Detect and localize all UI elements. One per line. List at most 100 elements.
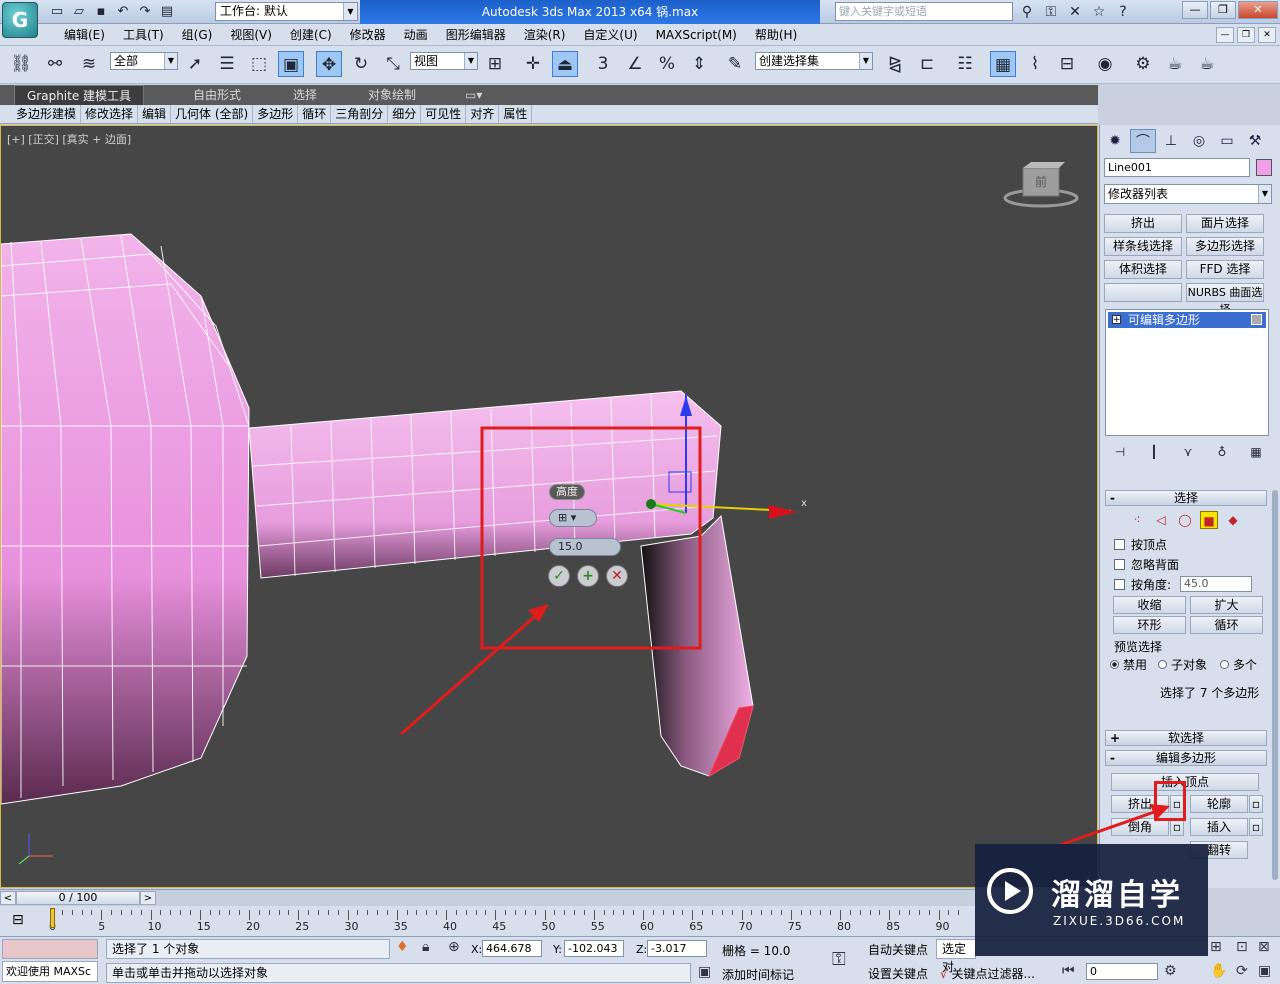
close-button[interactable]: ✕ <box>1238 1 1278 19</box>
current-frame-field[interactable]: 0 <box>1086 963 1158 980</box>
tools-icon[interactable]: ✕ <box>1066 3 1084 21</box>
stack-item-editable-poly[interactable]: + 可编辑多边形 <box>1108 312 1266 328</box>
menu-views[interactable]: 视图(V) <box>221 24 281 46</box>
key-filters-button[interactable]: √ 关键点过滤器... <box>940 965 1035 982</box>
zoom-icon[interactable]: ⊞ <box>1210 939 1222 955</box>
zoom-extents-icon[interactable]: ⊠ <box>1258 939 1270 955</box>
soft-selection-rollout-header[interactable]: + 软选择 <box>1105 730 1267 746</box>
help-icon[interactable]: ? <box>1114 3 1132 21</box>
select-move-icon[interactable]: ✥ <box>316 51 342 77</box>
vertex-mode-icon[interactable]: ⁖ <box>1128 511 1146 529</box>
current-frame-marker[interactable] <box>50 908 55 928</box>
select-rotate-icon[interactable]: ↻ <box>348 51 374 77</box>
ribbon-options-icon[interactable]: ▭▾ <box>465 85 482 105</box>
edit-polygons-rollout-header[interactable]: - 编辑多边形 <box>1105 750 1267 766</box>
set-key-button[interactable]: 设置关键点 <box>868 965 928 982</box>
create-tab-icon[interactable]: ✹ <box>1102 129 1128 153</box>
menu-create[interactable]: 创建(C) <box>281 24 341 46</box>
edit-named-selection-icon[interactable]: ✎ <box>722 51 748 77</box>
preview-disabled-radio[interactable]: 禁用 <box>1110 656 1147 673</box>
outline-button[interactable]: 轮廓 <box>1190 795 1248 813</box>
menu-rendering[interactable]: 渲染(R) <box>515 24 575 46</box>
render-setup-icon[interactable]: ⚙ <box>1130 51 1156 77</box>
grow-button[interactable]: 扩大 <box>1190 596 1263 614</box>
panel-polygons[interactable]: 多边形 <box>253 105 299 123</box>
pin-stack-icon[interactable]: ⊣ <box>1110 443 1130 461</box>
hierarchy-tab-icon[interactable]: ⊥ <box>1158 129 1184 153</box>
percent-snap-icon[interactable]: % <box>654 51 680 77</box>
bind-spacewarp-icon[interactable]: ≋ <box>76 51 102 77</box>
remove-modifier-icon[interactable]: ♁ <box>1212 443 1232 461</box>
tab-selection[interactable]: 选择 <box>293 85 317 105</box>
curve-editor-mini-icon[interactable]: ⊟ <box>12 912 24 928</box>
rendered-frame-icon[interactable]: ☕ <box>1162 51 1188 77</box>
utilities-tab-icon[interactable]: ⚒ <box>1242 129 1268 153</box>
caddy-type-dropdown[interactable]: ⊞ ▾ <box>549 509 597 527</box>
orbit-icon[interactable]: ⟳ <box>1236 963 1248 979</box>
undo-icon[interactable]: ↶ <box>114 3 132 21</box>
redo-icon[interactable]: ↷ <box>136 3 154 21</box>
layer-manager-icon[interactable]: ☷ <box>952 51 978 77</box>
panel-subdivision[interactable]: 细分 <box>388 105 422 123</box>
inset-settings-button[interactable]: ▫ <box>1249 818 1263 836</box>
render-production-icon[interactable]: ☕ <box>1194 51 1220 77</box>
tab-freeform[interactable]: 自由形式 <box>193 85 241 105</box>
material-editor-icon[interactable]: ◉ <box>1092 51 1118 77</box>
inset-button[interactable]: 插入 <box>1190 818 1248 836</box>
snaps-toggle-icon[interactable]: 3 <box>590 51 616 77</box>
make-unique-icon[interactable]: ⋎ <box>1178 443 1198 461</box>
align-icon[interactable]: ⊏ <box>914 51 940 77</box>
time-slider[interactable]: < 0 / 100 > <box>0 889 975 906</box>
pan-icon[interactable]: ✋ <box>1210 963 1227 979</box>
selection-rollout-header[interactable]: - 选择 <box>1105 490 1267 506</box>
pivot-center-icon[interactable]: ⊞ <box>482 51 508 77</box>
caddy-ok-button[interactable]: ✓ <box>548 565 570 587</box>
panel-visibility[interactable]: 可见性 <box>421 105 467 123</box>
panel-modify-selection[interactable]: 修改选择 <box>81 105 139 123</box>
time-prev-button[interactable]: < <box>0 891 16 905</box>
by-vertex-checkbox[interactable]: 按顶点 <box>1114 538 1167 552</box>
edge-mode-icon[interactable]: ◁ <box>1152 511 1170 529</box>
set-key-icon[interactable]: ⚿ <box>832 949 846 970</box>
border-mode-icon[interactable]: ◯ <box>1176 511 1194 529</box>
maximize-viewport-icon[interactable]: ▣ <box>1258 963 1271 979</box>
track-bar[interactable]: ⊟ 051015202530354045505560657075808590 <box>0 906 975 936</box>
angle-spinner[interactable]: 45.0 <box>1180 576 1252 592</box>
panel-tris[interactable]: 三角剖分 <box>331 105 389 123</box>
min-doc-button[interactable]: — <box>1216 27 1234 43</box>
time-config-icon[interactable]: ⏮ <box>1062 963 1075 979</box>
menu-maxscript[interactable]: MAXScript(M) <box>647 24 746 46</box>
manipulate-icon[interactable]: ✛ <box>520 51 546 77</box>
mirror-icon[interactable]: ⧎ <box>882 51 908 77</box>
panel-polygon-modeling[interactable]: 多边形建模 <box>12 105 82 123</box>
element-mode-icon[interactable]: ◆ <box>1224 511 1242 529</box>
menu-tools[interactable]: 工具(T) <box>114 24 173 46</box>
polygon-mode-icon[interactable]: ■ <box>1200 511 1218 529</box>
select-by-name-icon[interactable]: ☰ <box>214 51 240 77</box>
modify-tab-icon[interactable]: ⌒ <box>1130 129 1156 153</box>
lock-selection-icon[interactable]: 🔒︎ <box>422 939 429 955</box>
mod-nurbs-select-button[interactable]: NURBS 曲面选择 <box>1186 283 1264 316</box>
menu-help[interactable]: 帮助(H) <box>746 24 806 46</box>
caddy-apply-button[interactable]: + <box>577 565 599 587</box>
object-name-field[interactable]: Line001 <box>1104 158 1250 177</box>
stack-toggle-icon[interactable] <box>1251 314 1262 325</box>
by-angle-checkbox[interactable]: 按角度: <box>1114 578 1171 592</box>
menu-animation[interactable]: 动画 <box>395 24 437 46</box>
time-configuration-icon[interactable]: ⚙ <box>1164 963 1177 979</box>
auto-key-button[interactable]: 自动关键点 <box>868 941 928 958</box>
z-coord-field[interactable]: -3.017 <box>647 940 707 957</box>
schematic-view-icon[interactable]: ⊟ <box>1054 51 1080 77</box>
object-color-swatch[interactable] <box>1256 159 1272 176</box>
panel-align[interactable]: 对齐 <box>466 105 500 123</box>
panel-loops[interactable]: 循环 <box>298 105 332 123</box>
x-coord-field[interactable]: 464.678 <box>482 940 542 957</box>
menu-edit[interactable]: 编辑(E) <box>55 24 114 46</box>
menu-modifiers[interactable]: 修改器 <box>341 24 395 46</box>
app-logo-icon[interactable]: G <box>2 2 38 38</box>
preview-multi-radio[interactable]: 多个 <box>1220 656 1257 673</box>
loop-button[interactable]: 循环 <box>1190 616 1263 634</box>
restore-doc-button[interactable]: ❐ <box>1237 27 1255 43</box>
add-time-tag-button[interactable]: 添加时间标记 <box>722 966 794 983</box>
select-object-icon[interactable]: ➚ <box>182 51 208 77</box>
